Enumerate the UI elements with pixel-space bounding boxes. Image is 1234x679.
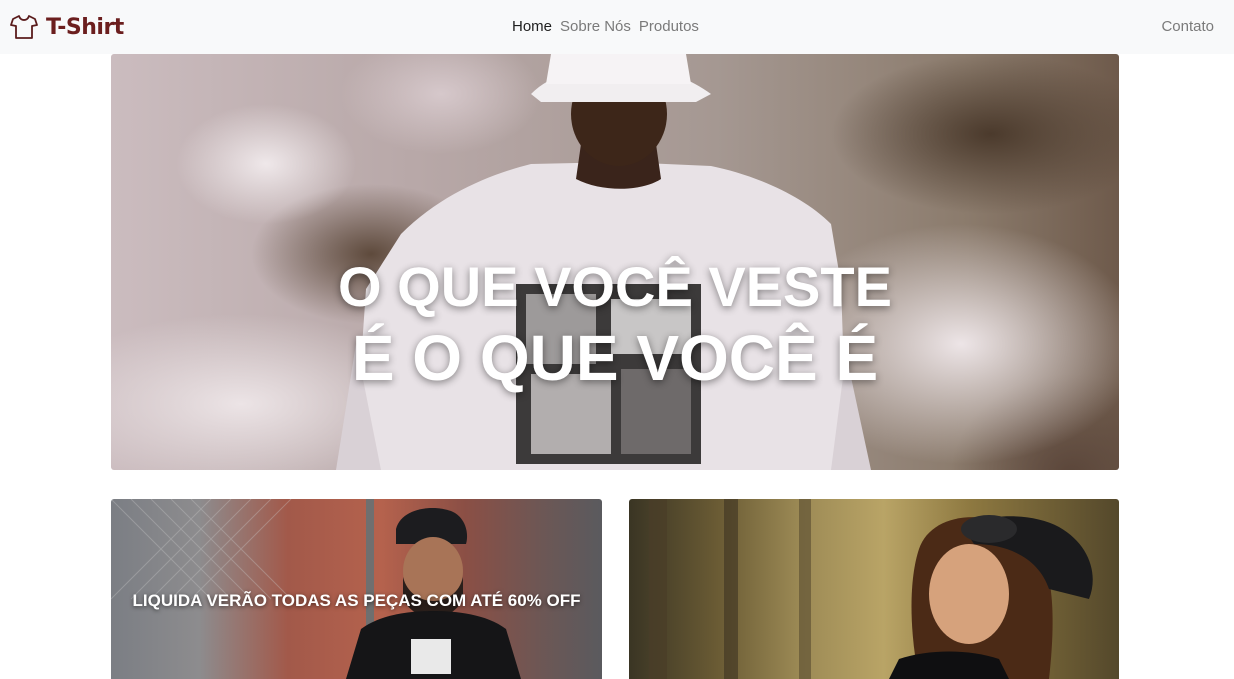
- brand-name: T-Shirt: [46, 14, 124, 40]
- main-nav: Home Sobre Nós Produtos: [512, 17, 699, 37]
- tshirt-icon: [10, 15, 38, 39]
- promo-photo-woman: [649, 499, 1093, 679]
- navbar: T-Shirt Home Sobre Nós Produtos Contato: [0, 0, 1234, 54]
- hero-headline-line-1: O QUE VOCÊ VESTE: [338, 255, 892, 318]
- hero-headline-line-2: É O QUE VOCÊ É: [351, 322, 879, 394]
- nav-produtos[interactable]: Produtos: [639, 17, 699, 37]
- hero-headline: O QUE VOCÊ VESTE É O QUE VOCÊ É: [111, 254, 1119, 396]
- promo-card-woman[interactable]: [629, 499, 1119, 679]
- promo-photo-man: [111, 499, 521, 679]
- promo-card-summer-sale[interactable]: LIQUIDA VERÃO TODAS AS PEÇAS COM ATÉ 60%…: [111, 499, 602, 679]
- hero-banner: O QUE VOCÊ VESTE É O QUE VOCÊ É: [111, 54, 1119, 470]
- brand-link[interactable]: T-Shirt: [10, 13, 124, 41]
- nav-sobre-nos[interactable]: Sobre Nós: [560, 17, 631, 37]
- promo-caption: LIQUIDA VERÃO TODAS AS PEÇAS COM ATÉ 60%…: [132, 591, 581, 610]
- nav-contato[interactable]: Contato: [1161, 17, 1214, 37]
- nav-home[interactable]: Home: [512, 17, 552, 37]
